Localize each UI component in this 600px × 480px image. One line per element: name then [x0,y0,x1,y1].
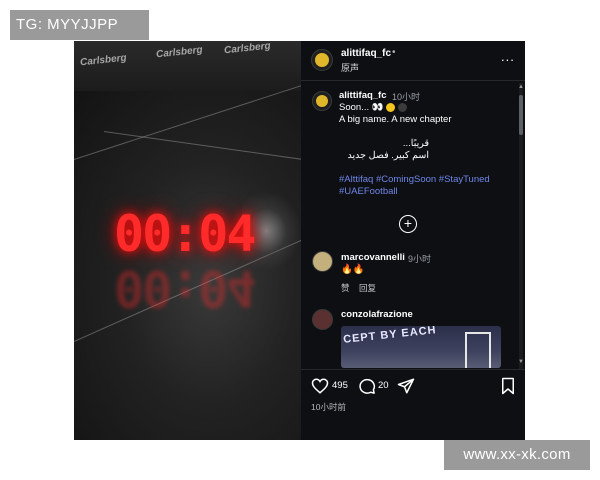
comment-count: 20 [378,380,389,391]
countdown-timer: 00:04 [114,205,257,263]
post-header: alittifaq_fc • 原声 ... [301,41,525,81]
emoji-yellow-circle [386,102,396,112]
more-options-icon[interactable]: ... [501,49,515,64]
scrollbar-thumb[interactable] [519,95,523,135]
caption-arabic-2: اسم كبير. فصل جديد [347,150,429,161]
commenter-avatar[interactable] [312,309,333,330]
caption-arabic-1: قريبًا... [402,138,429,149]
comment-reply-button[interactable]: 回复 [359,282,376,294]
emoji-dark-circle [397,102,407,112]
video-player[interactable]: Carlsberg Carlsberg Carlsberg 00:04 00:0… [74,41,301,440]
watermark-top-left: TG: MYYJJPP [10,10,149,40]
comment-username[interactable]: conzolafrazione [341,309,413,320]
account-username[interactable]: alittifaq_fc [341,48,391,59]
caption-avatar[interactable] [312,91,332,111]
comment-icon[interactable] [358,377,376,395]
caption-line-1-text: Soon... 👀 [339,102,384,113]
audio-label[interactable]: 原声 [341,61,359,74]
comment-image[interactable]: CEPT BY EACH [341,326,501,368]
ad-board-text: Carlsberg [79,52,128,69]
watermark-bottom-right: www.xx-xk.com [444,440,590,470]
account-avatar[interactable] [311,49,333,71]
comment-time: 9小时 [408,254,432,264]
comment-like-button[interactable]: 赞 [341,282,350,294]
header-separator-dot: • [392,47,396,58]
ad-board-text: Carlsberg [223,41,272,57]
caption-username[interactable]: alittifaq_fc [339,90,387,101]
bookmark-icon[interactable] [500,377,516,395]
post-actions: 495 20 10小时前 [301,369,525,440]
comment-text: 🔥🔥 [341,264,365,275]
scroll-up-arrow-icon[interactable]: ▲ [518,84,524,90]
ad-board-text: Carlsberg [155,44,204,61]
post-panel: alittifaq_fc • 原声 ... alittifaq_fc 10小时 … [301,41,525,440]
caption-line-1: Soon... 👀 [339,102,407,113]
caption-line-2: A big name. A new chapter [339,114,452,125]
share-icon[interactable] [397,377,415,395]
add-comment-icon[interactable]: + [399,215,417,233]
hashtags[interactable]: #Alttifaq #ComingSoon #StayTuned #UAEFoo… [339,174,515,198]
comment-image-text: CEPT BY EACH [342,326,438,346]
advertising-boards: Carlsberg Carlsberg Carlsberg [74,41,301,91]
commenter-avatar[interactable] [312,251,333,272]
comment-username[interactable]: marcovannelli [341,252,405,263]
like-count: 495 [332,380,348,391]
goal-frame [465,332,491,368]
page: Carlsberg Carlsberg Carlsberg 00:04 00:0… [0,0,600,480]
countdown-timer-reflection: 00:04 [114,259,255,317]
post-time: 10小时前 [311,402,346,412]
scroll-down-arrow-icon[interactable]: ▼ [518,359,524,365]
heart-icon[interactable] [311,377,329,395]
